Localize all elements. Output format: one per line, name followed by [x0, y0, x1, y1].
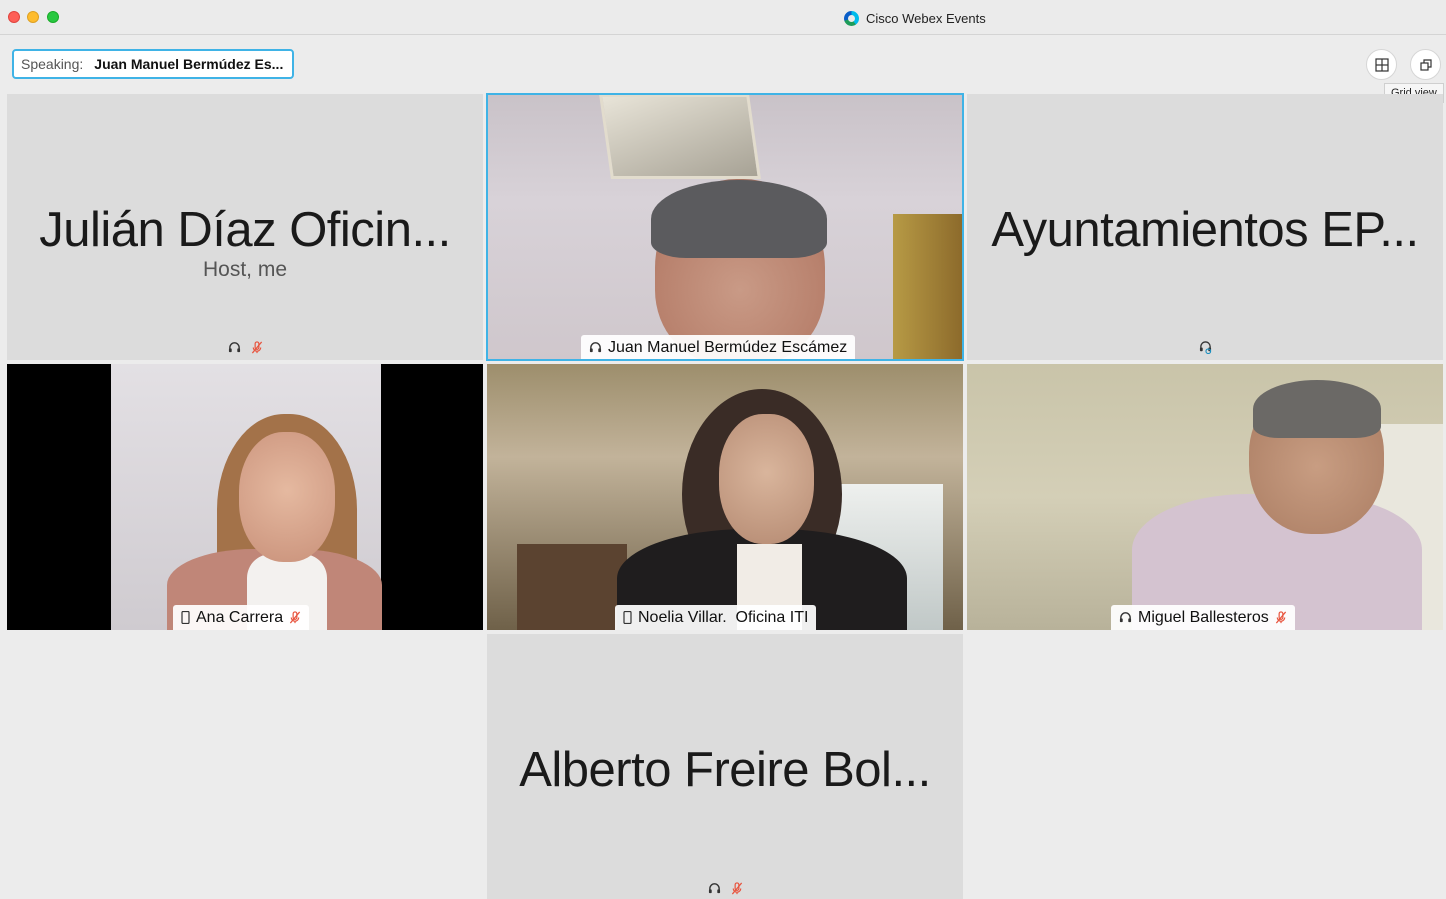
muted-mic-icon	[731, 882, 742, 895]
webex-logo-icon	[844, 10, 859, 26]
status-icons	[7, 341, 483, 354]
participant-name-label: Juan Manuel Bermúdez Escámez	[581, 335, 856, 360]
participant-tile-ana-carrera[interactable]: Ana Carrera	[7, 364, 483, 630]
popout-button[interactable]	[1410, 49, 1441, 80]
phone-icon	[181, 611, 190, 624]
muted-mic-icon	[1275, 611, 1286, 624]
participant-tile-ayuntamientos[interactable]: Ayuntamientos EP...	[967, 94, 1443, 360]
participant-tile-alberto-freire[interactable]: Alberto Freire Bol...	[487, 634, 963, 899]
speaking-name: Juan Manuel Bermúdez Es...	[94, 56, 284, 72]
participant-name-large: Ayuntamientos EP...	[991, 203, 1419, 257]
participant-tile-noelia-villar[interactable]: Noelia Villar. Oficina ITI	[487, 364, 963, 630]
muted-mic-icon	[251, 341, 262, 354]
grid-view-button[interactable]	[1366, 49, 1397, 80]
headset-icon	[228, 342, 240, 353]
phone-icon	[623, 611, 632, 624]
title-bar: Cisco Webex Events	[0, 0, 1446, 35]
participant-name-label: Ana Carrera	[173, 605, 310, 630]
headset-icon	[1119, 612, 1132, 623]
participant-name-large: Julián Díaz Oficin...	[39, 203, 451, 257]
speaking-label: Speaking:	[21, 56, 84, 72]
popout-icon	[1419, 58, 1432, 71]
muted-mic-icon	[290, 611, 301, 624]
app-title: Cisco Webex Events	[844, 9, 986, 27]
participant-name: Juan Manuel Bermúdez Escámez	[608, 338, 848, 356]
grid-icon	[1374, 57, 1389, 72]
headset-icon	[589, 342, 602, 353]
status-icons	[487, 882, 963, 895]
minimize-window-button[interactable]	[27, 11, 39, 23]
maximize-window-button[interactable]	[47, 11, 59, 23]
video-feed	[599, 94, 761, 179]
participant-tile-juan-manuel[interactable]: Juan Manuel Bermúdez Escámez	[487, 94, 963, 360]
status-icons	[967, 341, 1443, 354]
headset-icon	[708, 883, 720, 894]
participant-name-large: Alberto Freire Bol...	[519, 743, 931, 797]
participant-name: Ana Carrera	[196, 608, 284, 626]
close-window-button[interactable]	[8, 11, 20, 23]
participant-name: Noelia Villar. Oficina ITI	[638, 608, 809, 626]
speaking-indicator[interactable]: Speaking: Juan Manuel Bermúdez Es...	[12, 49, 294, 79]
participant-name: Miguel Ballesteros	[1138, 608, 1269, 626]
participant-tile-julian[interactable]: Julián Díaz Oficin... Host, me	[7, 94, 483, 360]
app-title-text: Cisco Webex Events	[866, 10, 986, 26]
participant-tile-miguel-ballesteros[interactable]: Miguel Ballesteros	[967, 364, 1443, 630]
participant-role: Host, me	[202, 258, 288, 281]
computer-audio-icon	[1199, 341, 1211, 354]
participant-name-label: Noelia Villar. Oficina ITI	[615, 605, 817, 630]
participant-name-label: Miguel Ballesteros	[1111, 605, 1295, 630]
